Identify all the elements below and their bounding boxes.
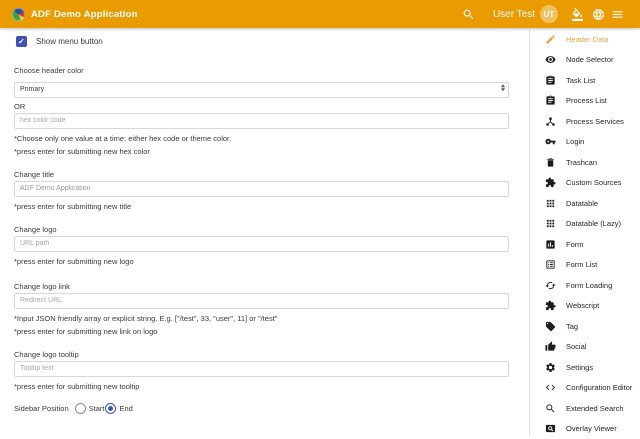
sidebar-item-label: Configuration Editor bbox=[566, 383, 632, 392]
eye-icon bbox=[545, 54, 556, 65]
hub-icon bbox=[545, 116, 556, 127]
sidebar-item-label: Datatable bbox=[566, 199, 598, 208]
search-icon[interactable] bbox=[462, 8, 475, 21]
sidebar-position-start-label: Start bbox=[89, 404, 105, 413]
grid-icon bbox=[545, 198, 556, 209]
sidebar-position-end-radio[interactable] bbox=[105, 403, 116, 414]
sidebar-item-trashcan[interactable]: Trashcan bbox=[530, 152, 640, 173]
sidebar-item-form[interactable]: Form bbox=[530, 234, 640, 255]
puzzle-icon bbox=[545, 300, 556, 311]
logo-note: *press enter for submitting new logo bbox=[14, 257, 509, 266]
app-header: ADF Demo Application User Test UT bbox=[0, 0, 640, 28]
sidebar-item-form-list[interactable]: Form List bbox=[530, 255, 640, 276]
header-data-panel: Show menu button Choose header color Pri… bbox=[0, 28, 530, 436]
sidebar-item-label: Form List bbox=[566, 260, 597, 269]
menu-icon[interactable] bbox=[611, 8, 624, 21]
logo-url-input[interactable] bbox=[14, 236, 509, 252]
sidebar-item-extended-search[interactable]: Extended Search bbox=[530, 398, 640, 419]
header-color-select[interactable]: Primary bbox=[14, 82, 509, 98]
change-title-label: Change title bbox=[14, 170, 509, 179]
sidebar-item-label: Social bbox=[566, 342, 586, 351]
sidebar-item-configuration-editor[interactable]: Configuration Editor bbox=[530, 378, 640, 399]
sidebar-item-label: Webscript bbox=[566, 301, 599, 310]
sidebar-item-label: Login bbox=[566, 137, 584, 146]
sidebar-item-process-list[interactable]: Process List bbox=[530, 91, 640, 112]
header-color-note-2: *press enter for submitting new hex colo… bbox=[14, 147, 509, 156]
paint-fill-icon[interactable] bbox=[571, 8, 584, 21]
sidebar-position-end-label: End bbox=[119, 404, 132, 413]
sidebar-item-label: Trashcan bbox=[566, 158, 597, 167]
key-icon bbox=[545, 136, 556, 147]
sidebar-item-label: Process Services bbox=[566, 117, 624, 126]
chart-icon bbox=[545, 239, 556, 250]
avatar[interactable]: UT bbox=[540, 5, 558, 23]
app-title: ADF Demo Application bbox=[31, 9, 138, 20]
hex-color-input[interactable] bbox=[14, 113, 509, 129]
sidebar-item-label: Extended Search bbox=[566, 404, 624, 413]
trash-icon bbox=[545, 157, 556, 168]
change-logo-label: Change logo bbox=[14, 225, 509, 234]
edit-icon bbox=[545, 34, 556, 45]
app-window: ADF Demo Application User Test UT Show m… bbox=[0, 0, 640, 436]
clipboard-icon bbox=[545, 75, 556, 86]
sidebar-item-webscript[interactable]: Webscript bbox=[530, 296, 640, 317]
sidebar-item-header-data[interactable]: Header Data bbox=[530, 29, 640, 50]
select-spinner-icon bbox=[501, 84, 505, 92]
logo-link-note-2: *press enter for submitting new link on … bbox=[14, 327, 509, 336]
show-menu-checkbox[interactable] bbox=[16, 36, 27, 47]
sidebar-item-tag[interactable]: Tag bbox=[530, 316, 640, 337]
sidebar-item-label: Task List bbox=[566, 76, 595, 85]
sidebar-item-datatable-lazy[interactable]: Datatable (Lazy) bbox=[530, 214, 640, 235]
sidebar-item-label: Tag bbox=[566, 322, 578, 331]
sidebar-item-settings[interactable]: Settings bbox=[530, 357, 640, 378]
logo-link-note-1: *Input JSON friendly array or explicit s… bbox=[14, 314, 509, 323]
sidebar-item-node-selector[interactable]: Node Selector bbox=[530, 50, 640, 71]
header-color-label: Choose header color bbox=[14, 66, 509, 75]
title-input[interactable] bbox=[14, 181, 509, 197]
change-logo-link-label: Change logo link bbox=[14, 282, 509, 291]
sidebar-position-group: Sidebar Position Start End bbox=[14, 403, 509, 414]
clipboard-icon bbox=[545, 95, 556, 106]
sidebar-item-label: Header Data bbox=[566, 35, 609, 44]
sidebar-item-login[interactable]: Login bbox=[530, 132, 640, 153]
tag-icon bbox=[545, 321, 556, 332]
sidebar-item-label: Datatable (Lazy) bbox=[566, 219, 621, 228]
grid-icon bbox=[545, 218, 556, 229]
logo-link-input[interactable] bbox=[14, 293, 509, 309]
sidebar-item-label: Process List bbox=[566, 96, 607, 105]
sidebar-item-process-services[interactable]: Process Services bbox=[530, 111, 640, 132]
header-color-note-1: *Choose only one value at a time: either… bbox=[14, 134, 509, 143]
puzzle-icon bbox=[545, 177, 556, 188]
sidebar-item-label: Overlay Viewer bbox=[566, 424, 617, 433]
list-alt-icon bbox=[545, 259, 556, 270]
code-icon bbox=[545, 382, 556, 393]
search-icon bbox=[545, 403, 556, 414]
or-label: OR bbox=[14, 102, 509, 111]
sidebar-item-label: Custom Sources bbox=[566, 178, 621, 187]
thumb-up-icon bbox=[545, 341, 556, 352]
sidebar-item-form-loading[interactable]: Form Loading bbox=[530, 275, 640, 296]
sidebar-position-start-radio[interactable] bbox=[75, 403, 86, 414]
sidebar-position-label: Sidebar Position bbox=[14, 404, 69, 413]
globe-icon[interactable] bbox=[592, 8, 605, 21]
show-menu-label: Show menu button bbox=[36, 37, 103, 46]
sync-icon bbox=[545, 280, 556, 291]
user-name: User Test bbox=[493, 9, 535, 20]
sidebar-item-task-list[interactable]: Task List bbox=[530, 70, 640, 91]
adf-logo[interactable] bbox=[12, 8, 25, 21]
overlay-viewer-icon bbox=[545, 423, 556, 434]
sidebar-item-label: Node Selector bbox=[566, 55, 614, 64]
sidebar-item-label: Form bbox=[566, 240, 584, 249]
sidebar-item-social[interactable]: Social bbox=[530, 337, 640, 358]
change-tooltip-label: Change logo tooltip bbox=[14, 350, 509, 359]
sidebar-item-label: Form Loading bbox=[566, 281, 612, 290]
tooltip-input[interactable] bbox=[14, 361, 509, 377]
sidebar-item-datatable[interactable]: Datatable bbox=[530, 193, 640, 214]
app-menu-sidebar: Header Data Node Selector Task List Process… bbox=[530, 28, 640, 436]
title-note: *press enter for submitting new title bbox=[14, 202, 509, 211]
sidebar-item-custom-sources[interactable]: Custom Sources bbox=[530, 173, 640, 194]
tooltip-note: *press enter for submitting new tooltip bbox=[14, 382, 509, 391]
sidebar-item-label: Settings bbox=[566, 363, 593, 372]
gear-icon bbox=[545, 362, 556, 373]
